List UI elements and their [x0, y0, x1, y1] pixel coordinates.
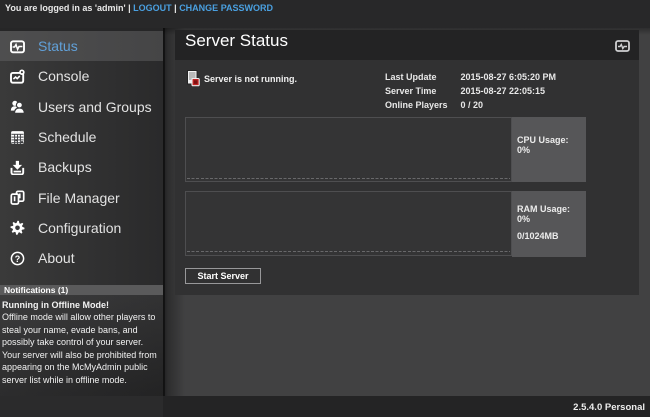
svg-text:?: ?: [15, 254, 21, 264]
